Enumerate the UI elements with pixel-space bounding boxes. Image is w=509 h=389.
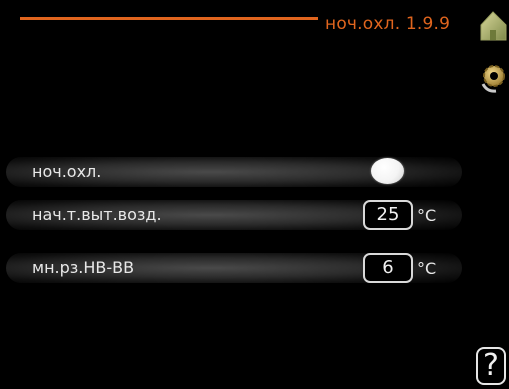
page-title: ноч.охл. 1.9.9 [325, 14, 451, 34]
settings-icon[interactable] [478, 62, 509, 94]
start-temp-value[interactable]: 25 [363, 200, 413, 230]
row-label: нач.т.выт.возд. [32, 205, 162, 224]
start-temp-unit: °C [417, 206, 437, 225]
row-label: мн.рз.НВ-ВВ [32, 258, 135, 277]
min-diff-unit: °C [417, 259, 437, 278]
min-diff-value[interactable]: 6 [363, 253, 413, 283]
settings-row-night-cooling: ноч.охл. [0, 157, 509, 187]
row-label: ноч.охл. [32, 162, 102, 181]
night-cooling-toggle[interactable] [371, 158, 404, 184]
home-icon[interactable] [478, 10, 509, 42]
header-accent-line [20, 17, 318, 20]
help-button[interactable]: ? [476, 347, 506, 385]
